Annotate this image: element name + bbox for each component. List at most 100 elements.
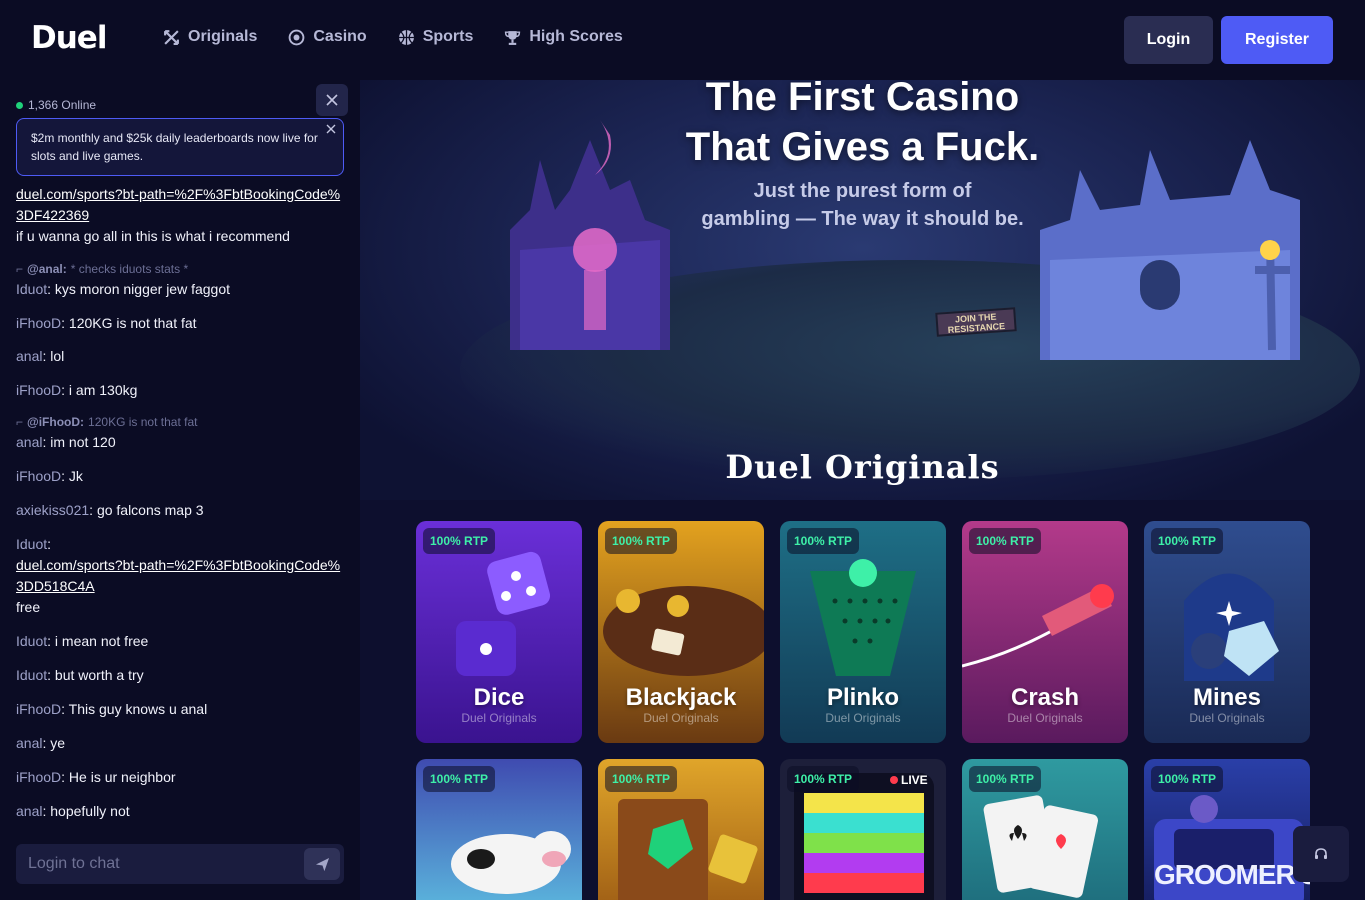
message-user[interactable]: anal (16, 348, 42, 364)
message-text: im not 120 (50, 434, 116, 450)
message-user[interactable]: iFhooD (16, 769, 61, 785)
support-chat-button[interactable] (1293, 826, 1349, 882)
message-user[interactable]: Iduot (16, 536, 47, 552)
game-title: Dice (473, 684, 525, 711)
crash-plane-art (962, 584, 1114, 668)
dismiss-announcement-icon[interactable] (325, 123, 337, 135)
chat-input[interactable]: Login to chat (16, 844, 344, 884)
message-text: 120KG is not that fat (68, 315, 197, 331)
chat-message: iFhooD: This guy knows u anal (16, 701, 208, 717)
rtp-badge: 100% RTP (969, 766, 1042, 792)
nav-casino[interactable]: Casino (288, 28, 367, 46)
crossed-swords-icon (164, 29, 179, 45)
message-user[interactable]: Iduot (16, 667, 47, 683)
rtp-badge: 100% RTP (423, 528, 496, 554)
rtp-badge: 100% RTP (969, 528, 1042, 554)
reply-user: @iFhooD: (27, 415, 85, 429)
game-card-groomers[interactable]: 100% RTP GROOMER'S (1144, 759, 1310, 900)
message-text: He is ur neighbor (68, 769, 176, 785)
message-text: i mean not free (54, 633, 149, 649)
rtp-badge: 100% RTP (787, 766, 860, 792)
message-user[interactable]: anal (16, 735, 42, 751)
game-card-gem-tower[interactable]: 100% RTP (598, 759, 764, 900)
message-text: Jk (68, 468, 83, 484)
game-subtitle: Duel Originals (461, 711, 537, 725)
hero-banner: The First Casino That Gives a Fuck. Just… (360, 80, 1365, 500)
game-card-crash[interactable]: 100% RTP Crash Duel Originals (962, 521, 1128, 743)
login-button[interactable]: Login (1124, 16, 1213, 64)
message-user[interactable]: iFhooD (16, 468, 61, 484)
chat-input-placeholder: Login to chat (28, 855, 120, 872)
hero-subtitle: Just the purest form of gambling — The w… (360, 177, 1365, 233)
message-text: hopefully not (50, 803, 130, 819)
chat-sidebar: 1,366 Online $2m monthly and $25k daily … (0, 80, 360, 900)
message-user[interactable]: iFhooD (16, 382, 61, 398)
hero-title-line-1: The First Casino (705, 80, 1020, 119)
message-user[interactable]: anal (16, 803, 42, 819)
rtp-badge: 100% RTP (1151, 766, 1224, 792)
gem-tower-art (618, 799, 758, 900)
game-title: Mines (1192, 684, 1261, 711)
nav-originals-label: Originals (188, 28, 258, 45)
mines-gem-art (1184, 573, 1279, 681)
reply-arrow-icon: ⌐ (16, 415, 24, 429)
close-icon (326, 94, 338, 106)
close-chat-button[interactable] (316, 84, 348, 116)
register-button[interactable]: Register (1221, 16, 1333, 64)
main-nav: Originals Casino Sports High Scores (163, 28, 623, 46)
chat-message: Iduot: duel.com/sports?bt-path=%2F%3FbtB… (16, 534, 346, 618)
game-card-plinko[interactable]: 100% RTP Plinko Duel Originals (780, 521, 946, 743)
message-user[interactable]: anal (16, 434, 42, 450)
reply-text: 120KG is not that fat (88, 415, 198, 429)
nav-high-scores[interactable]: High Scores (504, 28, 623, 46)
send-message-button[interactable] (304, 848, 340, 880)
game-card-cards[interactable]: 100% RTP (962, 759, 1128, 900)
chat-message: iFhooD: 120KG is not that fat (16, 315, 197, 331)
chat-message: axiekiss021: go falcons map 3 (16, 502, 204, 518)
live-wheel-art (794, 773, 934, 900)
message-text: kys moron nigger jew faggot (54, 281, 231, 297)
basketball-icon (398, 29, 414, 45)
game-card-cow[interactable]: 100% RTP (416, 759, 582, 900)
reply-reference: ⌐ @iFhooD: 120KG is not that fat (16, 415, 197, 429)
casino-chip-icon (288, 29, 305, 45)
rtp-badge: 100% RTP (605, 528, 678, 554)
message-text: This guy knows u anal (68, 701, 208, 717)
chat-message: duel.com/sports?bt-path=%2F%3FbtBookingC… (16, 184, 346, 247)
message-text: if u wanna go all in this is what i reco… (16, 228, 290, 244)
game-card-dice[interactable]: 100% RTP Dice Duel Originals (416, 521, 582, 743)
dice-art (456, 551, 551, 676)
message-text: lol (50, 348, 65, 364)
message-user[interactable]: axiekiss021 (16, 502, 89, 518)
message-text: free (16, 599, 41, 615)
nav-sports[interactable]: Sports (398, 28, 473, 46)
message-user[interactable]: Iduot (16, 281, 47, 297)
game-title: Plinko (826, 684, 899, 711)
chat-message: anal: hopefully not (16, 803, 130, 819)
reply-user: @anal: (27, 262, 67, 276)
chat-message: iFhooD: Jk (16, 468, 83, 484)
game-subtitle: Duel Originals (1189, 711, 1265, 725)
message-user[interactable]: Iduot (16, 633, 47, 649)
message-user[interactable]: iFhooD (16, 701, 61, 717)
top-navigation-bar: Duel Originals Casino Sports High Scores… (0, 0, 1365, 80)
duel-logo[interactable]: Duel (31, 20, 107, 56)
cow-art (451, 831, 571, 894)
game-card-blackjack[interactable]: 100% RTP Blackjack Duel Originals (598, 521, 764, 743)
nav-originals[interactable]: Originals (163, 28, 257, 46)
message-link[interactable]: duel.com/sports?bt-path=%2F%3FbtBookingC… (16, 184, 346, 226)
message-user[interactable]: iFhooD (16, 315, 61, 331)
game-card-live[interactable]: 100% RTP LIVE (780, 759, 946, 900)
blackjack-table-art (603, 586, 764, 676)
reply-text: * checks iduots stats * (70, 262, 189, 276)
rtp-badge: 100% RTP (787, 528, 860, 554)
game-title: Blackjack (625, 684, 737, 711)
chat-message: Iduot: kys moron nigger jew faggot (16, 281, 231, 297)
reply-arrow-icon: ⌐ (16, 262, 24, 276)
game-card-mines[interactable]: 100% RTP Mines Duel Originals (1144, 521, 1310, 743)
main-content: The First Casino That Gives a Fuck. Just… (360, 80, 1365, 900)
message-text: but worth a try (54, 667, 144, 683)
message-link[interactable]: duel.com/sports?bt-path=%2F%3FbtBookingC… (16, 555, 346, 597)
game-subtitle: Duel Originals (825, 711, 901, 725)
game-title: Crash (1010, 684, 1080, 711)
